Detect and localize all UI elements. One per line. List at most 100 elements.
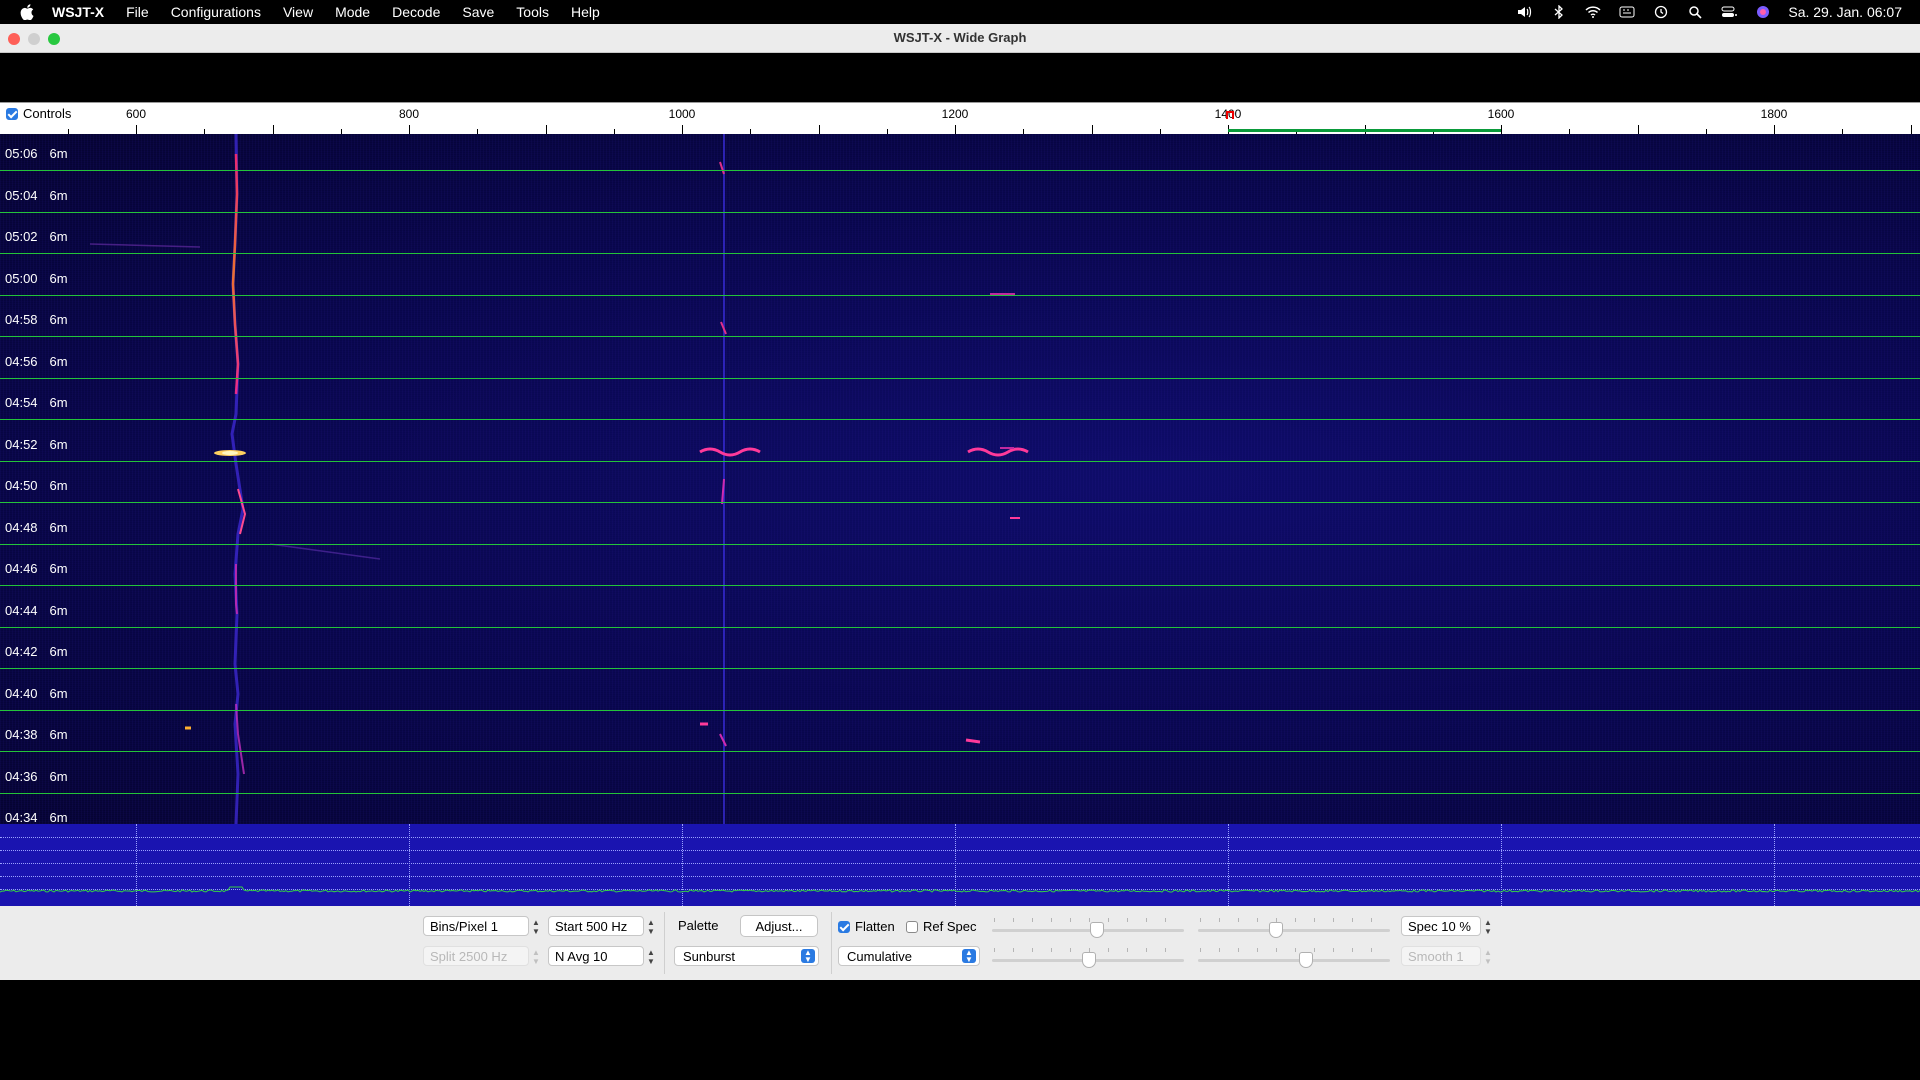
waterfall-time-label: 05:02 6m — [5, 229, 68, 244]
spectrum-zero-slider[interactable] — [1198, 948, 1390, 970]
time-value: 04:38 — [5, 727, 38, 742]
ref-spec-toggle[interactable]: Ref Spec — [906, 919, 976, 934]
volume-icon[interactable] — [1516, 4, 1534, 20]
waterfall-time-label: 04:38 6m — [5, 727, 68, 742]
flatten-label: Flatten — [855, 919, 895, 934]
signal-traces — [89, 134, 1029, 824]
time-machine-icon[interactable] — [1652, 4, 1670, 20]
separator — [664, 912, 665, 974]
time-value: 05:00 — [5, 270, 38, 286]
bins-per-pixel-spinbox[interactable]: Bins/Pixel 1 ▲ ▼ — [423, 916, 540, 936]
band-value: 6m — [49, 519, 68, 535]
flatten-toggle[interactable]: Flatten — [838, 919, 895, 934]
freq-label-1200: 1200 — [941, 107, 969, 121]
clock-datetime[interactable]: Sa. 29. Jan. 06:07 — [1788, 4, 1902, 20]
start-frequency-stepper[interactable]: ▲ ▼ — [645, 918, 657, 936]
menu-file[interactable]: File — [126, 4, 149, 20]
menu-save[interactable]: Save — [462, 4, 494, 20]
gain-slider[interactable] — [992, 918, 1184, 940]
band-value: 6m — [49, 685, 68, 701]
menu-mode[interactable]: Mode — [335, 4, 370, 20]
band-value: 6m — [49, 478, 68, 493]
band-value: 6m — [49, 727, 68, 742]
palette-select-value: Sunburst — [683, 948, 736, 964]
time-value: 04:52 — [5, 436, 38, 452]
spectrum-mode-value: Cumulative — [847, 948, 913, 964]
window-title: WSJT-X - Wide Graph — [893, 30, 1027, 45]
band-value: 6m — [49, 146, 68, 161]
controls-toggle[interactable]: Controls — [6, 106, 71, 121]
freq-label-600: 600 — [125, 107, 147, 121]
band-value: 6m — [49, 768, 68, 784]
waterfall-timeline — [0, 792, 1920, 794]
waterfall-display[interactable]: 05:06 6m 05:04 6m 05:02 6m 05:00 6m 04:58 6m 04:56… — [0, 134, 1920, 824]
band-value: 6m — [49, 229, 68, 244]
waterfall-time-label: 05:00 6m — [5, 271, 68, 286]
app-menu[interactable]: WSJT-X — [52, 4, 104, 20]
spectrum-gain-slider[interactable] — [992, 948, 1184, 970]
freq-label-1000: 1000 — [668, 107, 696, 121]
waterfall-timeline — [0, 585, 1920, 586]
time-value: 04:42 — [5, 644, 38, 659]
waterfall-time-label: 04:40 6m — [5, 686, 68, 701]
waterfall-timeline — [0, 419, 1920, 420]
zero-slider[interactable] — [1198, 918, 1390, 940]
spectrum-gridline — [0, 850, 1920, 851]
band-value: 6m — [49, 312, 68, 327]
wifi-icon[interactable] — [1584, 4, 1602, 20]
split-frequency-stepper: ▲ ▼ — [532, 948, 540, 966]
menu-configurations[interactable]: Configurations — [171, 4, 261, 20]
frequency-ruler[interactable]: Controls 600 800 1000 1200 1400 1600 180… — [0, 102, 1920, 135]
menu-tools[interactable]: Tools — [516, 4, 549, 20]
n-avg-spinbox[interactable]: N Avg 10 ▲ ▼ — [548, 946, 655, 966]
start-frequency-spinbox[interactable]: Start 500 Hz ▲ ▼ — [548, 916, 655, 936]
control-center-icon[interactable] — [1720, 4, 1738, 20]
time-value: 05:02 — [5, 229, 38, 244]
waterfall-time-label: 04:42 6m — [5, 644, 68, 659]
controls-checkbox[interactable] — [6, 107, 18, 120]
rx-bandwidth-indicator — [1228, 129, 1501, 132]
tx-frequency-marker[interactable] — [1226, 111, 1234, 119]
siri-icon[interactable] — [1754, 4, 1772, 20]
band-value: 6m — [49, 644, 68, 659]
controls-panel: Bins/Pixel 1 ▲ ▼ Start 500 Hz ▲ ▼ Split 25… — [0, 906, 1920, 980]
keyboard-icon[interactable] — [1618, 4, 1636, 20]
palette-select[interactable]: Sunburst ▲ ▼ — [674, 946, 819, 966]
apple-menu-icon[interactable] — [16, 3, 38, 21]
waterfall-time-label: 04:48 6m — [5, 520, 68, 535]
bluetooth-icon[interactable] — [1550, 4, 1568, 20]
smooth-spinbox: Smooth 1 ▲ ▼ — [1401, 946, 1492, 966]
freq-label-1800: 1800 — [1760, 107, 1788, 121]
freq-label-1600: 1600 — [1487, 107, 1515, 121]
time-value: 04:46 — [5, 561, 38, 576]
spectrum-mode-select[interactable]: Cumulative ▲ ▼ — [838, 946, 980, 966]
chevron-updown-icon: ▲ ▼ — [801, 949, 815, 964]
band-value: 6m — [49, 436, 68, 452]
separator — [831, 912, 832, 974]
band-value: 6m — [49, 270, 68, 286]
time-value: 05:06 — [5, 146, 38, 161]
palette-label: Palette — [678, 918, 719, 933]
time-value: 04:36 — [5, 768, 38, 784]
spectrum-panel[interactable] — [0, 824, 1920, 906]
menu-help[interactable]: Help — [571, 4, 600, 20]
bins-per-pixel-stepper[interactable]: ▲ ▼ — [530, 918, 542, 936]
spec-percent-stepper[interactable]: ▲ ▼ — [1482, 918, 1494, 936]
waterfall-timeline — [0, 170, 1920, 171]
spectrum-gridline — [0, 876, 1920, 877]
time-value: 05:04 — [5, 187, 38, 203]
menu-view[interactable]: View — [283, 4, 313, 20]
band-value: 6m — [49, 353, 68, 369]
waterfall-timeline — [0, 709, 1920, 711]
n-avg-stepper[interactable]: ▲ ▼ — [645, 948, 657, 966]
window-titlebar: WSJT-X - Wide Graph — [0, 24, 1920, 53]
menu-decode[interactable]: Decode — [392, 4, 440, 20]
time-value: 04:44 — [5, 602, 38, 618]
flatten-checkbox[interactable] — [838, 920, 850, 933]
spec-percent-spinbox[interactable]: Spec 10 % ▲ ▼ — [1401, 916, 1492, 936]
search-icon[interactable] — [1686, 4, 1704, 20]
adjust-palette-button[interactable]: Adjust... — [740, 915, 818, 937]
band-value: 6m — [49, 810, 68, 824]
waterfall-timeline — [0, 502, 1920, 503]
ref-spec-checkbox[interactable] — [906, 920, 918, 933]
